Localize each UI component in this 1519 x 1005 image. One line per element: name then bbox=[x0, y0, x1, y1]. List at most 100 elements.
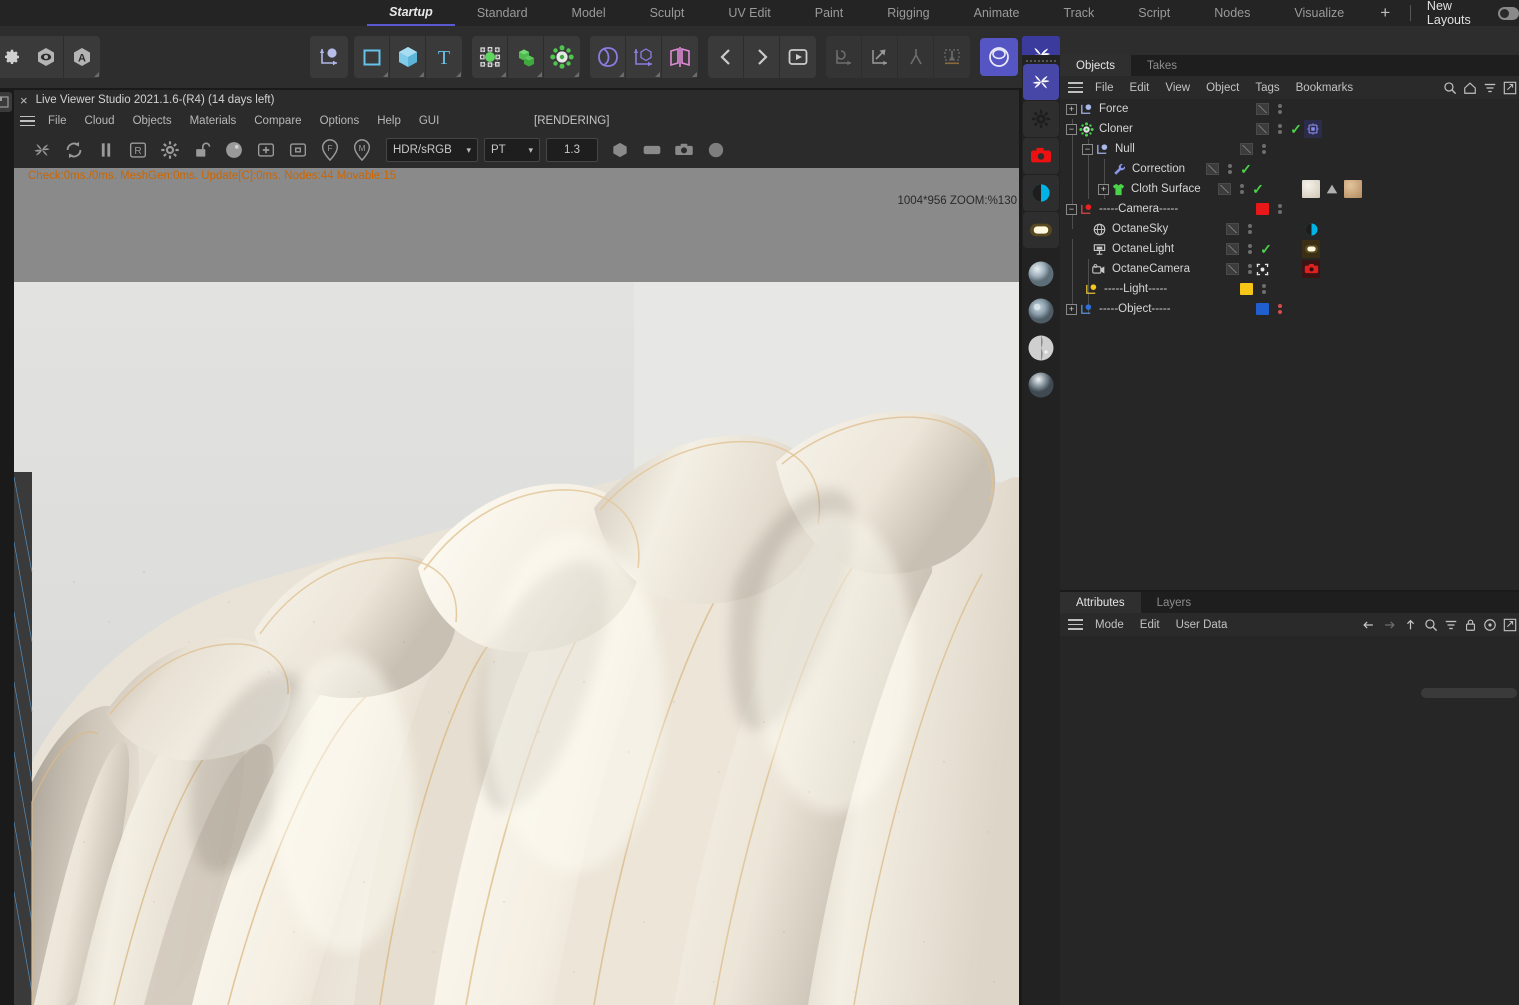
camera-snapshot-button[interactable] bbox=[668, 135, 700, 165]
layer-color-swatch[interactable] bbox=[1256, 303, 1269, 315]
layout-tab-visualize[interactable]: Visualize bbox=[1272, 0, 1366, 26]
visibility-dots[interactable] bbox=[1258, 144, 1270, 154]
layout-tab-rigging[interactable]: Rigging bbox=[865, 0, 951, 26]
lv-menu-options[interactable]: Options bbox=[311, 115, 369, 127]
new-layouts-label[interactable]: New Layouts bbox=[1417, 0, 1494, 27]
layer-color-swatch[interactable] bbox=[1256, 203, 1269, 215]
tab-layers[interactable]: Layers bbox=[1141, 592, 1208, 613]
object-enable-checkbox[interactable] bbox=[1226, 223, 1239, 235]
rounded-rect-button[interactable] bbox=[636, 135, 668, 165]
lv-menu-materials[interactable]: Materials bbox=[181, 115, 246, 127]
table-row[interactable]: -----Light----- bbox=[1060, 279, 1519, 299]
material-slot-1[interactable] bbox=[1023, 256, 1059, 292]
render-view-button[interactable] bbox=[780, 36, 816, 78]
sphere-preview-button[interactable] bbox=[218, 135, 250, 165]
mograph-button[interactable] bbox=[544, 36, 580, 78]
live-viewer-render-area[interactable]: 1004*956 ZOOM:%130 bbox=[14, 186, 1019, 1005]
add-layout-button[interactable]: + bbox=[1366, 0, 1404, 26]
arrow-up-icon[interactable] bbox=[1403, 618, 1418, 632]
region-render-button[interactable]: R bbox=[122, 135, 154, 165]
octane-sky-tag-icon[interactable] bbox=[1302, 220, 1320, 238]
octane-settings-button[interactable] bbox=[1023, 64, 1059, 100]
visibility-dots[interactable] bbox=[1236, 184, 1248, 194]
array-button[interactable] bbox=[508, 36, 544, 78]
object-enable-checkbox[interactable] bbox=[1218, 183, 1231, 195]
lv-menu-file[interactable]: File bbox=[39, 115, 76, 127]
target-icon[interactable] bbox=[1483, 618, 1497, 632]
visibility-dots[interactable] bbox=[1244, 224, 1256, 234]
layout-tab-startup[interactable]: Startup bbox=[367, 0, 455, 26]
object-enable-checkbox[interactable] bbox=[1256, 123, 1269, 135]
expander-toggle[interactable]: + bbox=[1098, 183, 1109, 195]
filter-icon[interactable] bbox=[1444, 618, 1458, 632]
visibility-dots[interactable] bbox=[1244, 264, 1256, 274]
expand-icon[interactable] bbox=[1503, 618, 1517, 632]
am-menu-user-data[interactable]: User Data bbox=[1168, 619, 1236, 631]
octane-kernel-button[interactable] bbox=[1023, 101, 1059, 137]
object-enable-checkbox[interactable] bbox=[1226, 263, 1239, 275]
visibility-dots[interactable] bbox=[1274, 124, 1286, 134]
rotate-axis-button[interactable] bbox=[826, 36, 862, 78]
square-spline-button[interactable] bbox=[354, 36, 390, 78]
close-icon[interactable]: × bbox=[20, 94, 28, 107]
layout-tab-sculpt[interactable]: Sculpt bbox=[628, 0, 707, 26]
octane-restart-button[interactable] bbox=[26, 135, 58, 165]
om-menu-tags[interactable]: Tags bbox=[1247, 82, 1287, 94]
object-axis-button[interactable] bbox=[310, 36, 348, 78]
filter-icon[interactable] bbox=[1483, 81, 1497, 95]
table-row[interactable]: + Cloth Surface ✓ bbox=[1060, 179, 1519, 199]
layout-tab-model[interactable]: Model bbox=[550, 0, 628, 26]
om-menu-view[interactable]: View bbox=[1157, 82, 1198, 94]
pause-button[interactable] bbox=[90, 135, 122, 165]
object-enable-checkbox[interactable] bbox=[1240, 143, 1253, 155]
refresh-button[interactable] bbox=[58, 135, 90, 165]
attribute-manager-body[interactable] bbox=[1060, 636, 1519, 1005]
lv-menu-cloud[interactable]: Cloud bbox=[76, 115, 124, 127]
am-menu-mode[interactable]: Mode bbox=[1087, 619, 1132, 631]
table-row[interactable]: OctaneLight ✓ bbox=[1060, 239, 1519, 259]
target-icon[interactable] bbox=[1256, 263, 1276, 276]
material-slot-3[interactable] bbox=[1023, 330, 1059, 366]
drag-dots-handle[interactable] bbox=[1022, 55, 1060, 63]
text-tool-button[interactable]: T bbox=[426, 36, 462, 78]
object-tree[interactable]: + Force − Cloner ✓ − Null Correction ✓ +… bbox=[1060, 99, 1519, 590]
layout-tab-script[interactable]: Script bbox=[1116, 0, 1192, 26]
cube-primitive-button[interactable] bbox=[390, 36, 426, 78]
table-row[interactable]: − -----Camera----- bbox=[1060, 199, 1519, 219]
enabled-check-icon[interactable]: ✓ bbox=[1248, 181, 1268, 198]
lv-menu-help[interactable]: Help bbox=[368, 115, 410, 127]
next-frame-button[interactable] bbox=[744, 36, 780, 78]
octane-light-button[interactable] bbox=[1023, 212, 1059, 248]
am-menu-edit[interactable]: Edit bbox=[1132, 619, 1168, 631]
hexagon-button[interactable] bbox=[604, 135, 636, 165]
expander-toggle[interactable]: − bbox=[1082, 143, 1093, 155]
render-settings-button[interactable] bbox=[154, 135, 186, 165]
table-row[interactable]: − Cloner ✓ bbox=[1060, 119, 1519, 139]
lv-menu-gui[interactable]: GUI bbox=[410, 115, 448, 127]
colorspace-dropdown[interactable]: HDR/sRGB ▾ bbox=[386, 138, 478, 162]
material-slot-4[interactable] bbox=[1023, 367, 1059, 403]
exposure-field[interactable]: 1.3 bbox=[546, 138, 598, 162]
tab-objects[interactable]: Objects bbox=[1060, 55, 1131, 76]
visibility-dots[interactable] bbox=[1224, 164, 1236, 174]
expander-toggle[interactable]: + bbox=[1066, 103, 1077, 115]
om-menu-bookmarks[interactable]: Bookmarks bbox=[1288, 82, 1362, 94]
axis-lock-button[interactable]: A bbox=[64, 36, 100, 78]
table-row[interactable]: + -----Object----- bbox=[1060, 299, 1519, 319]
mograph-tag-icon[interactable] bbox=[1304, 120, 1322, 138]
layout-tab-nodes[interactable]: Nodes bbox=[1192, 0, 1272, 26]
table-row[interactable]: Correction ✓ bbox=[1060, 159, 1519, 179]
phong-triangle-tag-icon[interactable] bbox=[1323, 180, 1341, 198]
tab-attributes[interactable]: Attributes bbox=[1060, 592, 1141, 613]
merge-button[interactable] bbox=[898, 36, 934, 78]
lock-button[interactable] bbox=[186, 135, 218, 165]
focus-picker-button[interactable]: F bbox=[314, 135, 346, 165]
drop-button[interactable] bbox=[934, 36, 970, 78]
table-row[interactable]: OctaneSky bbox=[1060, 219, 1519, 239]
layout-tab-animate[interactable]: Animate bbox=[952, 0, 1042, 26]
material-thumb-tan-tag[interactable] bbox=[1344, 180, 1362, 198]
menu-hamburger-icon[interactable] bbox=[1068, 82, 1083, 93]
arrow-right-icon[interactable] bbox=[1382, 618, 1397, 632]
layout-tab-uv-edit[interactable]: UV Edit bbox=[706, 0, 792, 26]
object-enable-checkbox[interactable] bbox=[1206, 163, 1219, 175]
